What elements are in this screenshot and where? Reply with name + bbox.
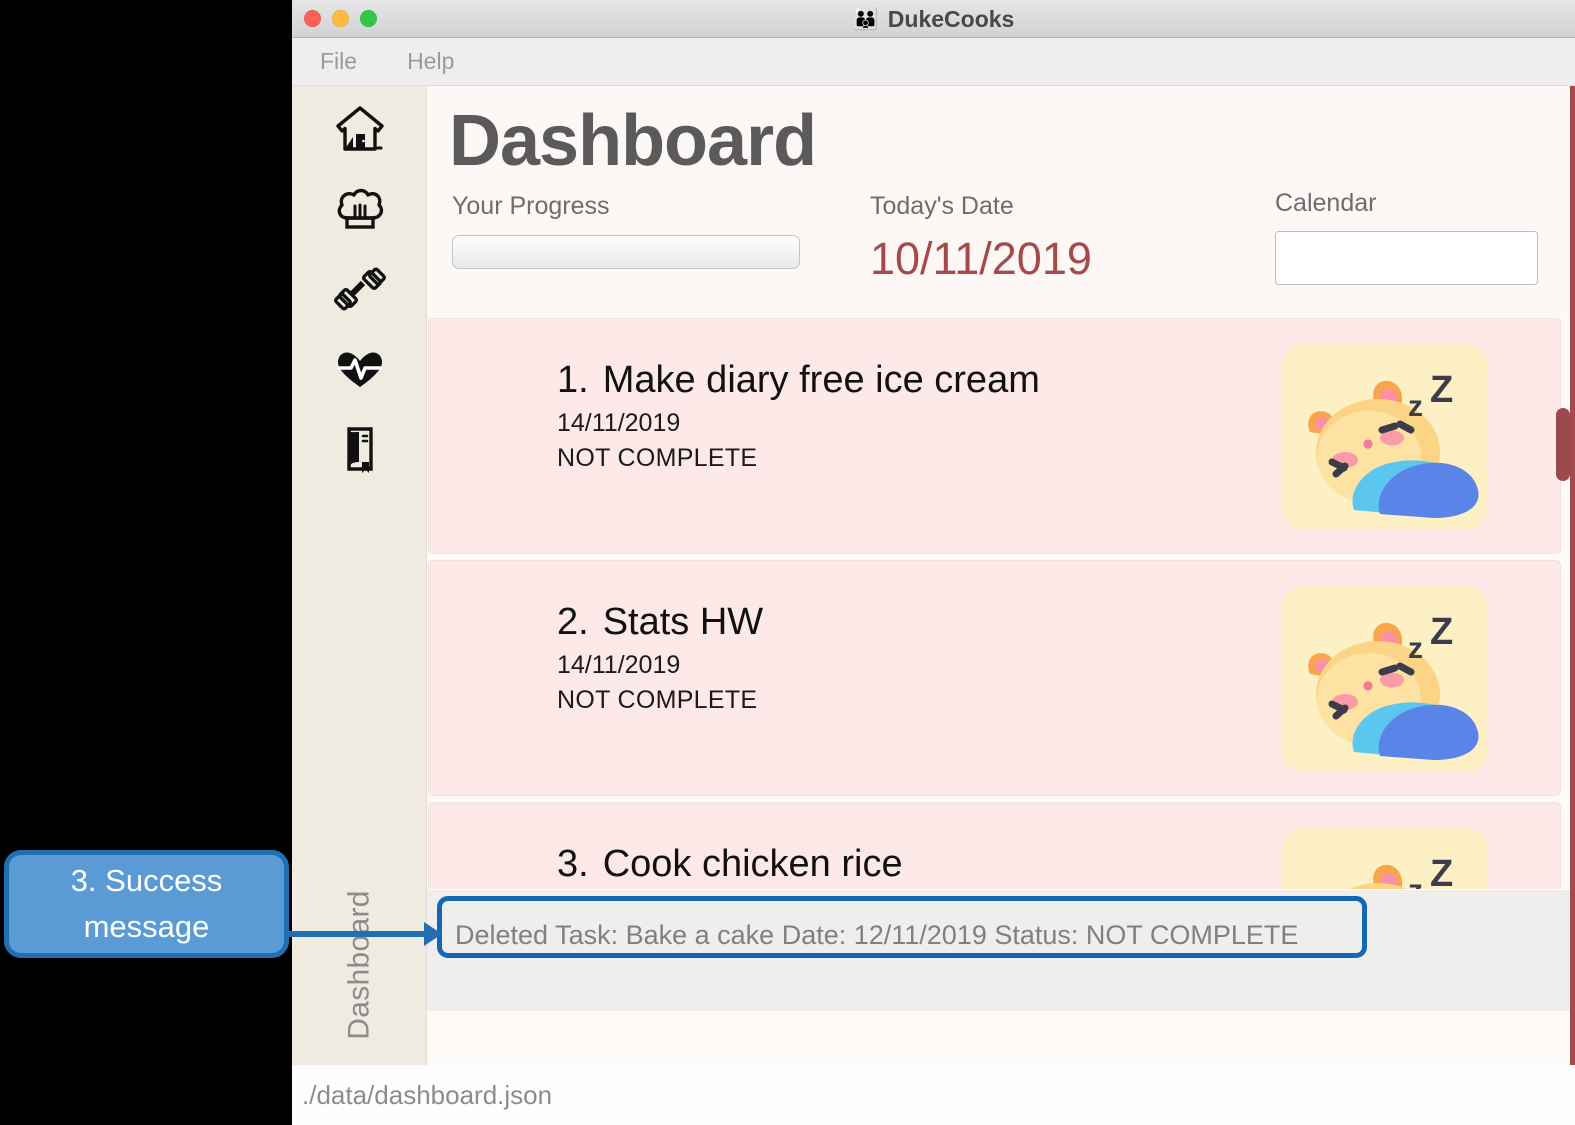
svg-text:Z: Z xyxy=(1430,369,1453,411)
heart-pulse-icon xyxy=(333,344,387,394)
annotation-connector-line xyxy=(289,931,431,937)
calendar-date-picker[interactable] xyxy=(1275,231,1538,285)
sidebar-item-home[interactable] xyxy=(329,100,391,158)
sidebar-item-diary[interactable] xyxy=(329,420,391,478)
maximize-button[interactable] xyxy=(360,10,377,27)
scrollbar-thumb[interactable] xyxy=(1556,408,1570,481)
sleeping-cat-icon: z Z xyxy=(1282,586,1488,772)
task-name: Make diary free ice cream xyxy=(602,359,1040,401)
task-index: 3. xyxy=(557,843,589,885)
svg-text:z: z xyxy=(1408,390,1423,423)
todays-date-value: 10/11/2019 xyxy=(870,233,1092,284)
task-index: 2. xyxy=(557,601,589,643)
annotation-arrow-icon xyxy=(424,922,442,946)
svg-text:z: z xyxy=(1408,632,1423,665)
status-bar: ./data/dashboard.json xyxy=(292,1065,1575,1125)
calendar-field: Calendar xyxy=(1275,189,1538,285)
window-title-bar: 👪 DukeCooks xyxy=(292,0,1575,38)
message-panel: Deleted Task: Bake a cake Date: 12/11/20… xyxy=(427,889,1575,1011)
svg-text:Z: Z xyxy=(1430,611,1453,653)
page-title: Dashboard xyxy=(449,101,817,181)
menu-bar: File Help xyxy=(292,38,1575,86)
calendar-input[interactable] xyxy=(1276,232,1537,284)
task-text-block: 2. Stats HW 14/11/2019 NOT COMPLETE xyxy=(557,601,763,715)
sidebar-item-health[interactable] xyxy=(329,340,391,398)
task-title: 1. Make diary free ice cream xyxy=(557,359,1040,402)
todays-date-label: Today's Date xyxy=(870,192,1014,220)
sidebar-tab-dashboard[interactable]: Dashboard xyxy=(292,865,427,1065)
result-display[interactable]: Deleted Task: Bake a cake Date: 12/11/20… xyxy=(443,904,1373,966)
task-status: NOT COMPLETE xyxy=(557,686,758,714)
sleeping-cat-icon: z Z xyxy=(1282,344,1488,530)
task-name: Cook chicken rice xyxy=(602,843,903,885)
sidebar: Dashboard xyxy=(292,86,427,1065)
result-message: Deleted Task: Bake a cake Date: 12/11/20… xyxy=(455,919,1299,950)
task-index: 1. xyxy=(557,359,589,401)
task-date: 14/11/2019 xyxy=(557,651,681,679)
sidebar-item-recipes[interactable] xyxy=(329,180,391,238)
sidebar-item-workout[interactable] xyxy=(329,260,391,318)
minimize-button[interactable] xyxy=(332,10,349,27)
window-controls xyxy=(304,10,377,27)
progress-label: Your Progress xyxy=(452,192,610,220)
progress-field: Your Progress xyxy=(452,192,800,269)
sidebar-nav xyxy=(292,100,427,478)
task-title: 3. Cook chicken rice xyxy=(557,843,903,886)
dukecooks-window: 👪 DukeCooks File Help Dashboard Dashboar… xyxy=(292,0,1575,1125)
todays-date-field: Today's Date 10/11/2019 xyxy=(870,192,1092,285)
task-list[interactable]: 1. Make diary free ice cream 14/11/2019 N… xyxy=(427,318,1575,910)
annotation-callout-label: 3. Success message xyxy=(70,862,223,945)
home-icon xyxy=(333,104,387,154)
progress-bar xyxy=(452,235,800,269)
window-body: Dashboard Dashboard Your Progress Today' xyxy=(292,86,1575,1065)
status-bar-path: ./data/dashboard.json xyxy=(302,1079,553,1110)
dashboard-header: Dashboard Your Progress Today's Date 10/… xyxy=(427,86,1575,318)
window-title-group: 👪 DukeCooks xyxy=(292,0,1575,38)
task-name: Stats HW xyxy=(602,601,764,643)
calendar-label: Calendar xyxy=(1275,189,1377,217)
task-text-block: 3. Cook chicken rice xyxy=(557,843,903,893)
sidebar-tab-label-text: Dashboard xyxy=(342,890,376,1040)
task-thumbnail: z Z xyxy=(1282,344,1488,530)
task-status: NOT COMPLETE xyxy=(557,444,758,472)
window-right-edge xyxy=(1570,86,1575,1065)
annotation-callout: 3. Success message xyxy=(4,850,289,958)
window-title: DukeCooks xyxy=(887,5,1015,32)
diary-book-icon xyxy=(333,424,387,474)
close-button[interactable] xyxy=(304,10,321,27)
task-title: 2. Stats HW xyxy=(557,601,763,644)
dumbbell-icon xyxy=(333,264,387,314)
content-area: Dashboard Your Progress Today's Date 10/… xyxy=(427,86,1575,1065)
menu-help[interactable]: Help xyxy=(401,45,460,78)
menu-file[interactable]: File xyxy=(314,45,363,78)
task-row[interactable]: 2. Stats HW 14/11/2019 NOT COMPLETE z Z xyxy=(428,560,1561,796)
chef-hat-icon xyxy=(333,184,387,234)
task-date: 14/11/2019 xyxy=(557,409,681,437)
task-text-block: 1. Make diary free ice cream 14/11/2019 N… xyxy=(557,359,1040,473)
screenshot-root: 👪 DukeCooks File Help Dashboard Dashboar… xyxy=(0,0,1575,1125)
chef-emoji-icon: 👪 xyxy=(852,7,879,31)
task-thumbnail: z Z xyxy=(1282,586,1488,772)
task-row[interactable]: 1. Make diary free ice cream 14/11/2019 N… xyxy=(428,318,1561,554)
